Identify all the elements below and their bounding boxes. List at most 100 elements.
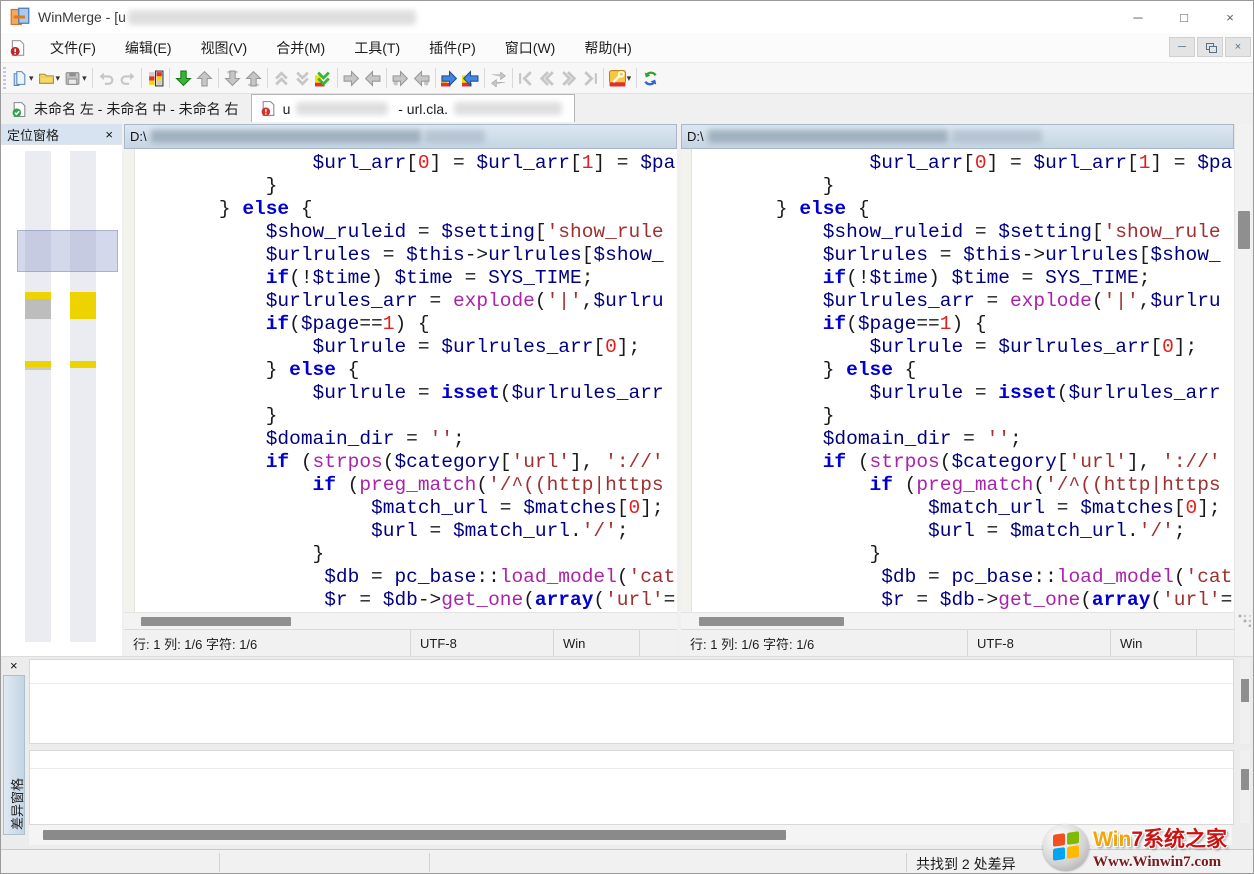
diff-row-vscrollbar[interactable] xyxy=(1240,659,1250,744)
diff-mark[interactable] xyxy=(70,292,96,319)
diff-pane-row-top[interactable] xyxy=(29,659,1234,744)
next-difference-button[interactable] xyxy=(173,66,194,90)
dropdown-arrow-icon[interactable]: ▾ xyxy=(627,73,632,84)
code-line[interactable]: } else { xyxy=(137,198,313,220)
copy-left-advance-button[interactable] xyxy=(411,66,432,90)
copy-left-button[interactable] xyxy=(362,66,383,90)
menu-item-6[interactable]: 窗口(W) xyxy=(494,34,567,62)
copy-all-right-button[interactable] xyxy=(439,66,460,90)
diff-mark[interactable] xyxy=(25,292,51,299)
redo-button[interactable] xyxy=(117,66,138,90)
left-editor-hscrollbar[interactable] xyxy=(124,612,677,629)
menu-item-0[interactable]: 文件(F) xyxy=(39,34,107,62)
code-line[interactable]: } xyxy=(694,543,881,565)
code-line[interactable]: if (strpos($category['url'], '://' xyxy=(137,451,664,473)
editor-vscrollbar[interactable] xyxy=(1234,124,1252,656)
mdi-restore-button[interactable] xyxy=(1197,37,1223,57)
location-strip-left[interactable] xyxy=(25,151,51,642)
vscroll-thumb[interactable] xyxy=(1241,769,1249,790)
open-button[interactable]: ▾ xyxy=(36,66,63,90)
code-line[interactable]: } xyxy=(137,405,277,427)
vscroll-thumb[interactable] xyxy=(1241,679,1249,702)
hscroll-thumb[interactable] xyxy=(43,830,786,840)
code-line[interactable]: $r = $db->get_one(array('url'= xyxy=(137,589,675,611)
code-line[interactable]: $url_arr[0] = $url_arr[1] = $pa xyxy=(694,152,1232,174)
code-line[interactable]: $r = $db->get_one(array('url'= xyxy=(694,589,1232,611)
left-editor[interactable]: $url_arr[0] = $url_arr[1] = $pa } } else… xyxy=(124,149,677,612)
maximize-button[interactable]: □ xyxy=(1161,1,1207,33)
location-pane-close-icon[interactable]: × xyxy=(102,127,116,142)
menu-item-1[interactable]: 编辑(E) xyxy=(114,34,183,62)
code-line[interactable]: } else { xyxy=(694,198,870,220)
tab-url-class-compare[interactable]: u - url.cla. xyxy=(251,94,575,122)
code-line[interactable]: $match_url = $matches[0]; xyxy=(137,497,664,519)
refresh-button[interactable] xyxy=(640,66,661,90)
code-line[interactable]: if($page==1) { xyxy=(137,313,430,335)
code-line[interactable]: if($page==1) { xyxy=(694,313,987,335)
location-viewport[interactable] xyxy=(17,230,118,272)
right-editor-hscrollbar[interactable] xyxy=(681,612,1234,629)
code-line[interactable]: $db = pc_base::load_model('cat xyxy=(694,566,1232,588)
next-file-button[interactable] xyxy=(558,66,579,90)
code-line[interactable]: if(!$time) $time = SYS_TIME; xyxy=(694,267,1150,289)
copy-right-advance-button[interactable] xyxy=(390,66,411,90)
diff-row-vscrollbar[interactable] xyxy=(1240,750,1250,823)
code-line[interactable]: $url_arr[0] = $url_arr[1] = $pa xyxy=(137,152,675,174)
code-line[interactable]: if (preg_match('/^((http|https xyxy=(137,474,664,496)
dropdown-arrow-icon[interactable]: ▾ xyxy=(82,73,87,84)
close-button[interactable]: × xyxy=(1207,1,1253,33)
document-menu-icon[interactable] xyxy=(9,39,27,57)
undo-button[interactable] xyxy=(96,66,117,90)
code-line[interactable]: } xyxy=(137,175,277,197)
code-line[interactable]: } xyxy=(694,175,834,197)
toolbar-grip[interactable] xyxy=(3,67,6,89)
code-line[interactable]: } else { xyxy=(137,359,359,381)
vscroll-thumb[interactable] xyxy=(1238,211,1250,249)
code-line[interactable]: $match_url = $matches[0]; xyxy=(694,497,1221,519)
diff-pane-hscrollbar[interactable] xyxy=(29,825,1232,845)
tab-untitled-compare[interactable]: 未命名 左 - 未命名 中 - 未命名 右 xyxy=(3,96,251,122)
code-line[interactable]: } xyxy=(137,543,324,565)
menu-item-3[interactable]: 合并(M) xyxy=(265,34,336,62)
code-line[interactable]: $show_ruleid = $setting['show_rule xyxy=(694,221,1221,243)
dropdown-arrow-icon[interactable]: ▾ xyxy=(29,73,34,84)
last-file-button[interactable] xyxy=(579,66,600,90)
code-line[interactable]: $domain_dir = ''; xyxy=(137,428,465,450)
location-strip-right[interactable] xyxy=(70,151,96,642)
code-line[interactable]: $db = pc_base::load_model('cat xyxy=(137,566,675,588)
code-line[interactable]: $urlrule = isset($urlrules_arr xyxy=(137,382,664,404)
hscroll-thumb[interactable] xyxy=(699,617,844,626)
first-file-button[interactable] xyxy=(516,66,537,90)
code-line[interactable]: } else { xyxy=(694,359,916,381)
diff-pane-close-icon[interactable]: × xyxy=(7,658,21,673)
menu-item-7[interactable]: 帮助(H) xyxy=(573,34,642,62)
code-line[interactable]: $url = $match_url.'/'; xyxy=(694,520,1186,542)
new-file-button[interactable]: ▾ xyxy=(9,66,36,90)
diff-pane-row-bottom[interactable] xyxy=(29,750,1234,825)
diff-pane-side-tab[interactable]: 差异窗格 xyxy=(3,675,25,835)
current-difference-button[interactable] xyxy=(292,66,313,90)
dropdown-arrow-icon[interactable]: ▾ xyxy=(56,73,61,84)
next-conflict-button[interactable] xyxy=(222,66,243,90)
code-line[interactable]: } xyxy=(694,405,834,427)
code-line[interactable]: if(!$time) $time = SYS_TIME; xyxy=(137,267,593,289)
copy-right-button[interactable] xyxy=(341,66,362,90)
right-editor[interactable]: $url_arr[0] = $url_arr[1] = $pa } } else… xyxy=(681,149,1234,612)
menu-item-5[interactable]: 插件(P) xyxy=(418,34,487,62)
menu-item-2[interactable]: 视图(V) xyxy=(190,34,259,62)
code-line[interactable]: $urlrules_arr = explode('|',$urlru xyxy=(694,290,1221,312)
hscroll-thumb[interactable] xyxy=(141,617,291,626)
code-line[interactable]: $urlrule = $urlrules_arr[0]; xyxy=(137,336,640,358)
previous-conflict-button[interactable] xyxy=(243,66,264,90)
code-line[interactable]: $urlrules_arr = explode('|',$urlru xyxy=(137,290,664,312)
diff-mark[interactable] xyxy=(70,361,96,368)
save-button[interactable]: ▾ xyxy=(62,66,89,90)
last-difference-button[interactable] xyxy=(313,66,334,90)
diff-mark[interactable] xyxy=(25,299,51,319)
mdi-close-button[interactable]: × xyxy=(1225,37,1251,57)
minimize-button[interactable]: ─ xyxy=(1115,1,1161,33)
previous-difference-button[interactable] xyxy=(194,66,215,90)
mdi-minimize-button[interactable]: ─ xyxy=(1169,37,1195,57)
code-line[interactable]: if (preg_match('/^((http|https xyxy=(694,474,1221,496)
code-line[interactable]: $domain_dir = ''; xyxy=(694,428,1022,450)
